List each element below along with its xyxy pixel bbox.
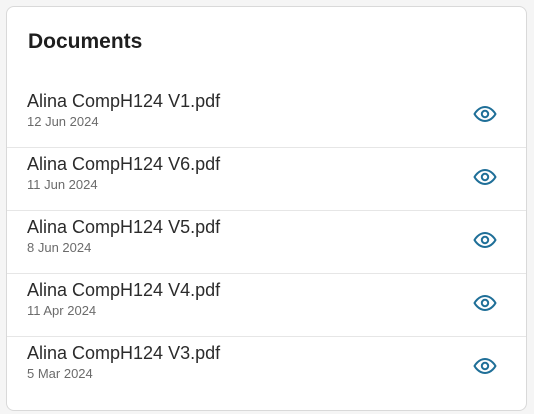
- document-row: Alina CompH124 V3.pdf 5 Mar 2024: [7, 337, 526, 400]
- view-document-button[interactable]: [472, 101, 498, 127]
- document-date: 11 Jun 2024: [27, 177, 98, 192]
- document-row: Alina CompH124 V1.pdf 12 Jun 2024: [7, 85, 526, 148]
- document-date: 5 Mar 2024: [27, 366, 93, 381]
- view-document-button[interactable]: [472, 290, 498, 316]
- document-row: Alina CompH124 V6.pdf 11 Jun 2024: [7, 148, 526, 211]
- eye-icon: [473, 232, 497, 248]
- document-date: 8 Jun 2024: [27, 240, 92, 255]
- document-name[interactable]: Alina CompH124 V3.pdf: [27, 342, 220, 364]
- view-document-button[interactable]: [472, 164, 498, 190]
- document-date: 12 Jun 2024: [27, 114, 99, 129]
- eye-icon: [473, 358, 497, 374]
- document-name[interactable]: Alina CompH124 V1.pdf: [27, 90, 220, 112]
- card-title: Documents: [28, 30, 143, 53]
- eye-icon: [473, 169, 497, 185]
- document-row: Alina CompH124 V4.pdf 11 Apr 2024: [7, 274, 526, 337]
- document-row: Alina CompH124 V5.pdf 8 Jun 2024: [7, 211, 526, 274]
- documents-card: Documents Alina CompH124 V1.pdf 12 Jun 2…: [6, 6, 527, 411]
- view-document-button[interactable]: [472, 353, 498, 379]
- document-list: Alina CompH124 V1.pdf 12 Jun 2024 Alina …: [7, 85, 526, 400]
- eye-icon: [473, 106, 497, 122]
- document-name[interactable]: Alina CompH124 V4.pdf: [27, 279, 220, 301]
- eye-icon: [473, 295, 497, 311]
- document-name[interactable]: Alina CompH124 V5.pdf: [27, 216, 220, 238]
- document-name[interactable]: Alina CompH124 V6.pdf: [27, 153, 220, 175]
- document-date: 11 Apr 2024: [27, 303, 97, 318]
- view-document-button[interactable]: [472, 227, 498, 253]
